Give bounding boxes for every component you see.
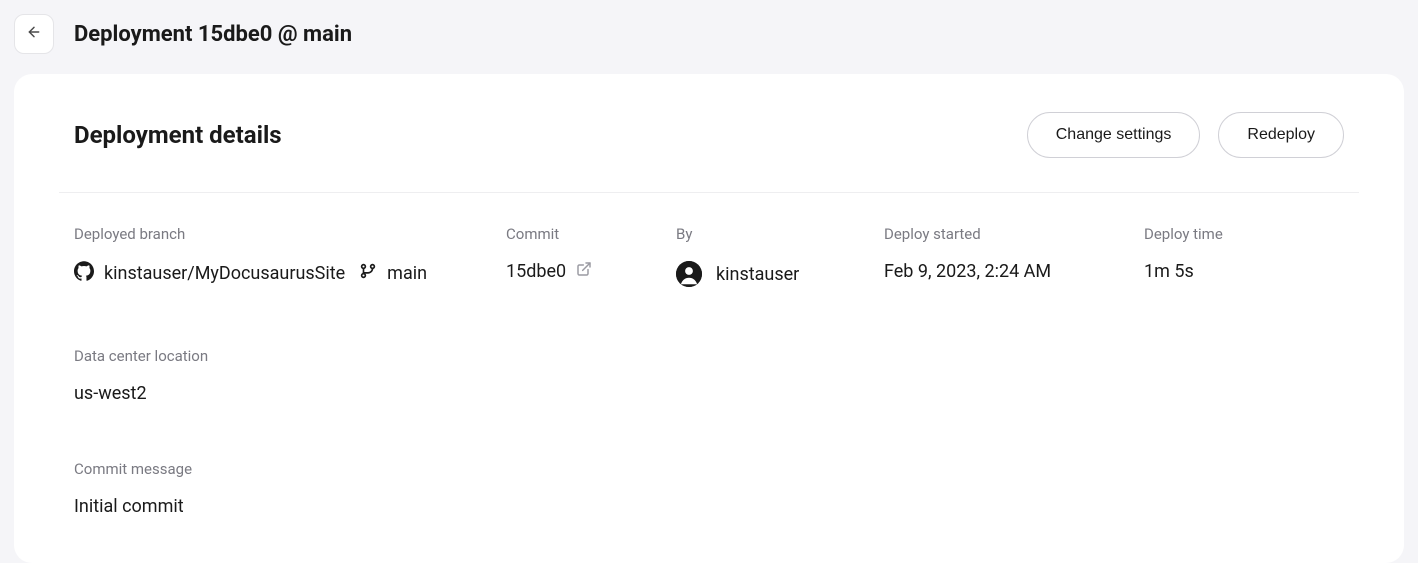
deployed-branch-field: Deployed branch kinstauser/MyDocusaurusS… — [74, 225, 506, 287]
repo-name[interactable]: kinstauser/MyDocusaurusSite — [104, 263, 345, 284]
details-grid: Deployed branch kinstauser/MyDocusaurusS… — [74, 193, 1344, 517]
header-bar: Deployment 15dbe0 @ main — [0, 0, 1418, 68]
detail-value: Feb 9, 2023, 2:24 AM — [884, 261, 1144, 282]
card-header: Deployment details Change settings Redep… — [59, 112, 1359, 193]
card-actions: Change settings Redeploy — [1027, 112, 1344, 158]
commit-hash[interactable]: 15dbe0 — [506, 261, 566, 282]
data-center-value: us-west2 — [74, 383, 147, 404]
commit-field: Commit 15dbe0 — [506, 225, 676, 287]
deploy-started-field: Deploy started Feb 9, 2023, 2:24 AM — [884, 225, 1144, 287]
detail-label: Deployed branch — [74, 225, 506, 243]
card-title: Deployment details — [74, 121, 282, 149]
detail-label: Deploy started — [884, 225, 1144, 243]
commit-message-value: Initial commit — [74, 496, 184, 517]
back-button[interactable] — [14, 14, 54, 54]
user-name: kinstauser — [716, 264, 799, 285]
change-settings-button[interactable]: Change settings — [1027, 112, 1201, 158]
redeploy-button[interactable]: Redeploy — [1218, 112, 1344, 158]
external-link-icon[interactable] — [576, 261, 592, 282]
data-center-field: Data center location us-west2 — [74, 347, 1344, 404]
deploy-started-value: Feb 9, 2023, 2:24 AM — [884, 261, 1051, 282]
github-icon — [74, 261, 94, 286]
detail-label: Commit — [506, 225, 676, 243]
commit-message-field: Commit message Initial commit — [74, 460, 1344, 517]
detail-label: By — [676, 225, 884, 243]
page-title: Deployment 15dbe0 @ main — [74, 22, 352, 47]
detail-value: kinstauser — [676, 261, 884, 287]
deploy-time-value: 1m 5s — [1144, 261, 1194, 282]
deployment-details-card: Deployment details Change settings Redep… — [14, 74, 1404, 563]
detail-label: Data center location — [74, 347, 1344, 365]
detail-value: Initial commit — [74, 496, 1344, 517]
deploy-time-field: Deploy time 1m 5s — [1144, 225, 1344, 287]
git-branch-icon — [359, 262, 377, 285]
detail-label: Commit message — [74, 460, 1344, 478]
detail-value: kinstauser/MyDocusaurusSite main — [74, 261, 506, 286]
branch-name: main — [387, 263, 427, 284]
detail-value: us-west2 — [74, 383, 1344, 404]
by-field: By kinstauser — [676, 225, 884, 287]
detail-value: 15dbe0 — [506, 261, 676, 282]
avatar — [676, 261, 702, 287]
detail-label: Deploy time — [1144, 225, 1344, 243]
detail-value: 1m 5s — [1144, 261, 1344, 282]
arrow-left-icon — [26, 24, 42, 44]
